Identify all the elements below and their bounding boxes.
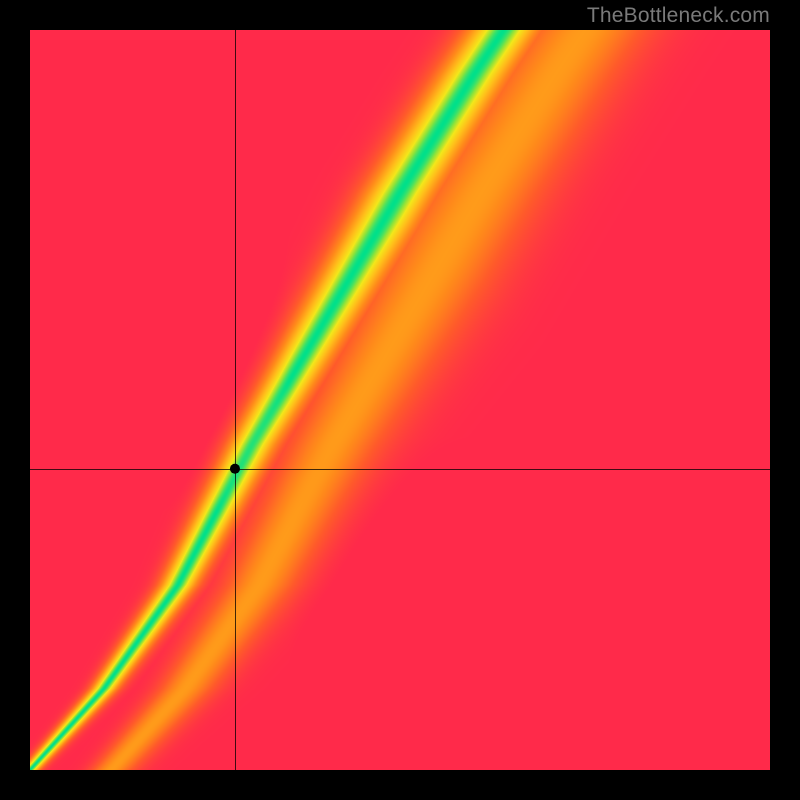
chart-frame: TheBottleneck.com [0, 0, 800, 800]
plot-area [30, 30, 770, 770]
overlay-canvas [30, 30, 770, 770]
watermark-text: TheBottleneck.com [587, 4, 770, 28]
